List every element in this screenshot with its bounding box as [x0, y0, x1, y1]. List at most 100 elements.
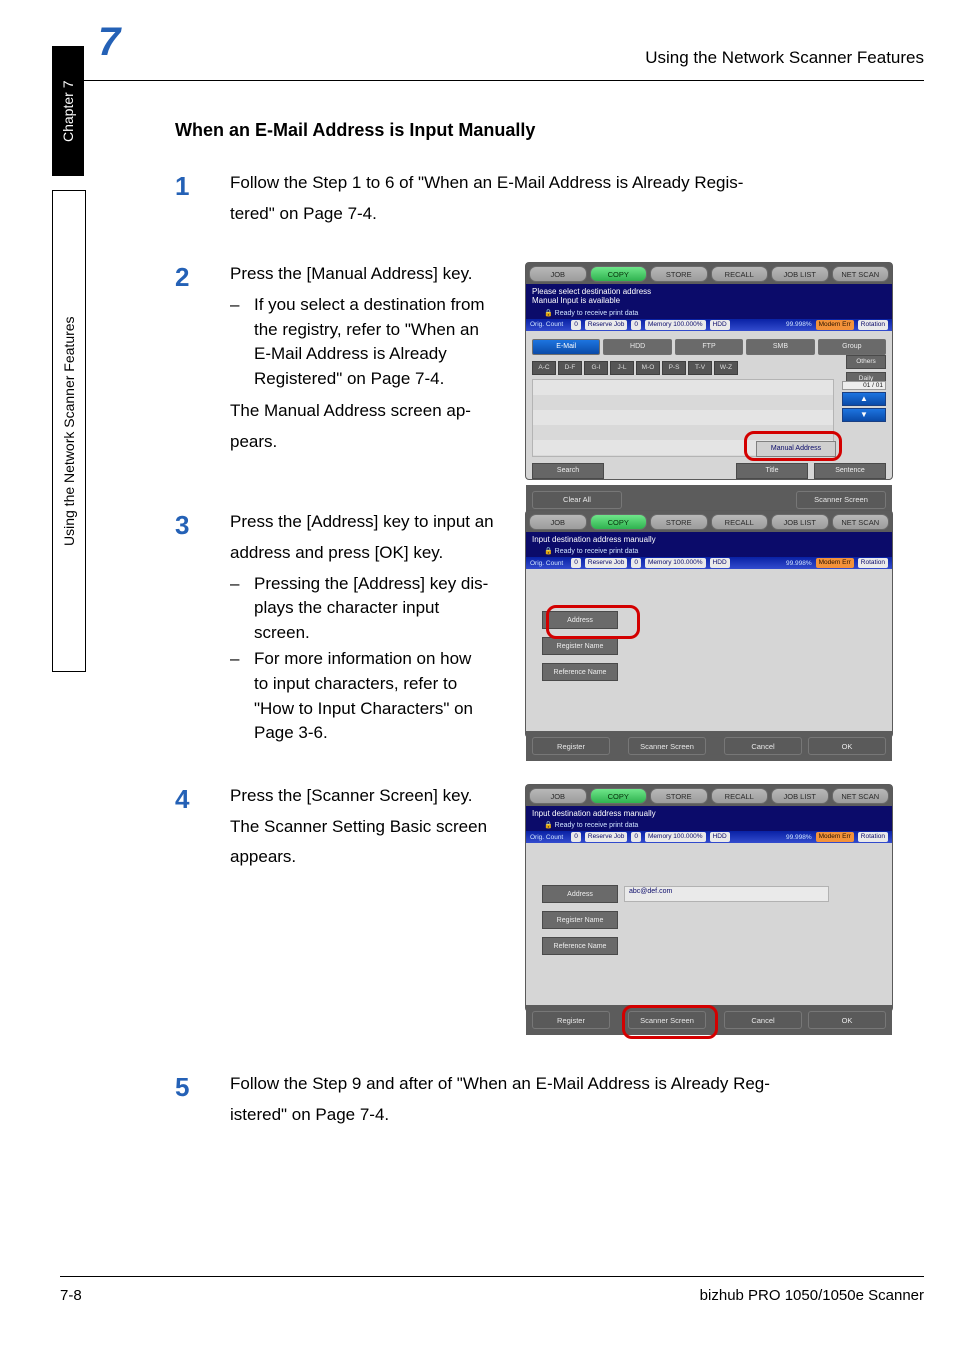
clear-all-button[interactable]: Clear All [532, 491, 622, 509]
status-row: Orig. Count 0 Reserve Job 0 Memory 100.0… [526, 557, 892, 569]
product-name: bizhub PRO 1050/1050e Scanner [700, 1287, 924, 1304]
section-title: When an E-Mail Address is Input Manually [175, 120, 924, 141]
address-button[interactable]: Address [542, 885, 618, 903]
tab-store[interactable]: STORE [650, 514, 708, 530]
alpha-button[interactable]: P-S [662, 361, 686, 375]
content-column: When an E-Mail Address is Input Manually… [175, 120, 924, 1262]
tab-joblist[interactable]: JOB LIST [771, 788, 829, 804]
step-number: 2 [175, 262, 189, 293]
tab-netscan[interactable]: NET SCAN [832, 514, 890, 530]
alpha-button[interactable]: G-I [584, 361, 608, 375]
reference-name-button[interactable]: Reference Name [542, 663, 618, 681]
panel-title: Please select destination address Manual… [526, 284, 892, 308]
header-right-text: Using the Network Scanner Features [645, 48, 924, 68]
tab-netscan[interactable]: NET SCAN [832, 788, 890, 804]
panel-title: Input destination address manually [526, 532, 892, 547]
status-ready: Ready to receive print data [555, 310, 639, 317]
ok-button[interactable]: OK [808, 1011, 886, 1029]
step-2-lead: Press the [Manual Address] key. [230, 262, 507, 287]
step-3-bullet1: Pressing the [Address] key dis- plays th… [230, 572, 507, 646]
tab-copy[interactable]: COPY [590, 266, 648, 282]
ok-button[interactable]: OK [808, 737, 886, 755]
reference-name-button[interactable]: Reference Name [542, 937, 618, 955]
cancel-button[interactable]: Cancel [724, 1011, 802, 1029]
tab-job[interactable]: JOB [529, 788, 587, 804]
step-number: 5 [175, 1072, 189, 1103]
step-2-row: 2 Press the [Manual Address] key. If you… [175, 262, 924, 480]
step-1-line2: tered" on Page 7-4. [230, 202, 924, 227]
step-1: 1 Follow the Step 1 to 6 of "When an E-M… [175, 171, 924, 226]
step-4-tail2: appears. [230, 845, 507, 870]
alpha-button[interactable]: W-Z [714, 361, 738, 375]
step-3-bullet2: For more information on how to input cha… [230, 647, 507, 746]
status-ready: Ready to receive print data [555, 822, 639, 829]
step-2-bullet: If you select a destination from the reg… [230, 293, 507, 392]
scanner-figure-3: JOB COPY STORE RECALL JOB LIST NET SCAN … [525, 784, 893, 1012]
alpha-button[interactable]: J-L [610, 361, 634, 375]
alpha-button[interactable]: T-V [688, 361, 712, 375]
method-hdd[interactable]: HDD [603, 339, 671, 355]
manual-address-button[interactable]: Manual Address [756, 441, 836, 457]
others-button[interactable]: Others [846, 355, 886, 369]
tab-joblist[interactable]: JOB LIST [771, 266, 829, 282]
step-5-line1: Follow the Step 9 and after of "When an … [230, 1072, 924, 1097]
step-3-row: 3 Press the [Address] key to input an ad… [175, 510, 924, 754]
tab-recall[interactable]: RECALL [711, 266, 769, 282]
step-3-lead2: address and press [OK] key. [230, 541, 507, 566]
step-3-lead1: Press the [Address] key to input an [230, 510, 507, 535]
method-email[interactable]: E-Mail [532, 339, 600, 355]
scanner-screen-button[interactable]: Scanner Screen [628, 737, 706, 755]
tab-netscan[interactable]: NET SCAN [832, 266, 890, 282]
address-field[interactable]: abc@def.com [624, 886, 829, 902]
tab-job[interactable]: JOB [529, 514, 587, 530]
title-button[interactable]: Title [736, 463, 808, 479]
step-4-tail1: The Scanner Setting Basic screen [230, 815, 507, 840]
step-3: 3 Press the [Address] key to input an ad… [175, 510, 507, 746]
scanner-figure-2: JOB COPY STORE RECALL JOB LIST NET SCAN … [525, 510, 893, 738]
step-2: 2 Press the [Manual Address] key. If you… [175, 262, 507, 454]
alpha-button[interactable]: A-C [532, 361, 556, 375]
panel-title: Input destination address manually [526, 806, 892, 821]
tab-recall[interactable]: RECALL [711, 788, 769, 804]
step-1-line1: Follow the Step 1 to 6 of "When an E-Mai… [230, 171, 924, 196]
step-2-tail2: pears. [230, 430, 507, 455]
address-button[interactable]: Address [542, 611, 618, 629]
footer: 7-8 bizhub PRO 1050/1050e Scanner [60, 1276, 924, 1304]
scanner-screen-button[interactable]: Scanner Screen [796, 491, 886, 509]
tab-recall[interactable]: RECALL [711, 514, 769, 530]
sentence-button[interactable]: Sentence [814, 463, 886, 479]
register-name-button[interactable]: Register Name [542, 637, 618, 655]
register-name-button[interactable]: Register Name [542, 911, 618, 929]
page-up-icon[interactable]: ▲ [842, 392, 886, 406]
step-number: 4 [175, 784, 189, 815]
register-button[interactable]: Register [532, 737, 610, 755]
register-button[interactable]: Register [532, 1011, 610, 1029]
scanner-figure-1: JOB COPY STORE RECALL JOB LIST NET SCAN … [525, 262, 893, 480]
method-smb[interactable]: SMB [746, 339, 814, 355]
tab-store[interactable]: STORE [650, 266, 708, 282]
step-4: 4 Press the [Scanner Screen] key. The Sc… [175, 784, 507, 870]
status-row: Orig. Count 0 Reserve Job 0 Memory 100.0… [526, 831, 892, 843]
chapter-number: 7 [98, 20, 120, 65]
status-ready: Ready to receive print data [555, 548, 639, 555]
method-group[interactable]: Group [818, 339, 886, 355]
search-button[interactable]: Search [532, 463, 604, 479]
status-row: Orig. Count 0 Reserve Job 0 Memory 100.0… [526, 319, 892, 331]
alpha-button[interactable]: M-O [636, 361, 660, 375]
feature-tab: Using the Network Scanner Features [52, 190, 86, 672]
alpha-button[interactable]: D-F [558, 361, 582, 375]
cancel-button[interactable]: Cancel [724, 737, 802, 755]
tab-job[interactable]: JOB [529, 266, 587, 282]
step-number: 1 [175, 171, 189, 202]
page-number: 7-8 [60, 1287, 82, 1304]
method-ftp[interactable]: FTP [675, 339, 743, 355]
tab-store[interactable]: STORE [650, 788, 708, 804]
page-down-icon[interactable]: ▼ [842, 408, 886, 422]
pager-count: 01 / 01 [842, 381, 886, 390]
tab-joblist[interactable]: JOB LIST [771, 514, 829, 530]
step-4-row: 4 Press the [Scanner Screen] key. The Sc… [175, 784, 924, 1012]
step-number: 3 [175, 510, 189, 541]
tab-copy[interactable]: COPY [590, 788, 648, 804]
scanner-screen-button[interactable]: Scanner Screen [628, 1011, 706, 1029]
tab-copy[interactable]: COPY [590, 514, 648, 530]
